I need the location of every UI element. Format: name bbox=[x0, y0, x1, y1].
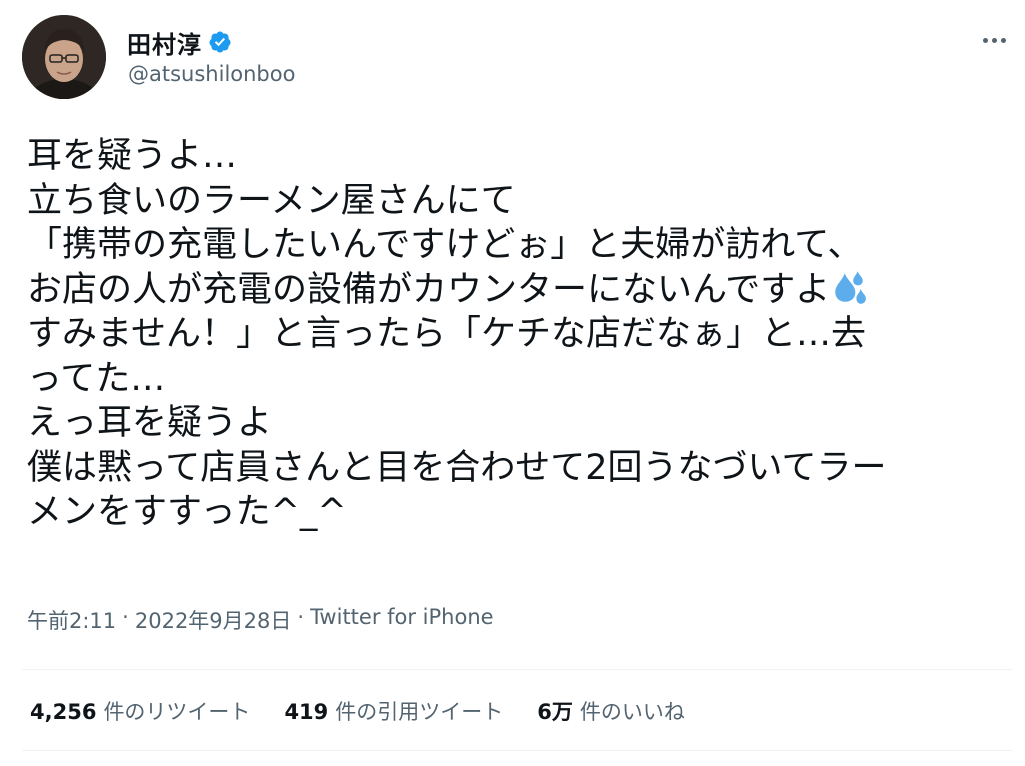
tweet-source-link[interactable]: Twitter for iPhone bbox=[310, 605, 494, 635]
tweet-time[interactable]: 午前2:11 bbox=[27, 605, 116, 635]
likes-count: 6万 bbox=[537, 700, 573, 724]
quotes-label: 件の引用ツイート bbox=[335, 700, 504, 724]
meta-separator: · bbox=[297, 605, 305, 629]
meta-separator: · bbox=[122, 605, 129, 629]
divider bbox=[22, 669, 1012, 670]
user-handle[interactable]: @atsushilonboo bbox=[128, 62, 295, 86]
divider bbox=[22, 750, 1012, 751]
avatar[interactable] bbox=[22, 15, 106, 99]
more-dot-icon bbox=[991, 37, 997, 43]
tweet-line: 「携帯の充電したいんですけどぉ」と夫婦が訪れて、 bbox=[27, 225, 863, 265]
retweets-count: 4,256 bbox=[30, 700, 97, 724]
tweet-line: 耳を疑うよ… bbox=[27, 136, 238, 176]
tweet-date[interactable]: 2022年9月28日 bbox=[135, 605, 292, 635]
likes-label: 件のいいね bbox=[579, 700, 685, 724]
more-dot-icon bbox=[982, 37, 988, 43]
engagement-stats: 4,256 件のリツイート 419 件の引用ツイート 6万 件のいいね bbox=[30, 696, 719, 726]
likes-stat[interactable]: 6万 件のいいね bbox=[537, 696, 685, 726]
retweets-stat[interactable]: 4,256 件のリツイート bbox=[30, 696, 250, 726]
quotes-count: 419 bbox=[284, 700, 329, 724]
more-options-button[interactable] bbox=[976, 28, 1012, 52]
tweet-line: お店の人が充電の設備がカウンターにないんですよ bbox=[27, 269, 831, 310]
verified-badge-icon bbox=[209, 31, 231, 53]
tweet-line: えっ耳を疑うよ bbox=[27, 403, 273, 443]
tweet-line: 僕は黙って店員さんと目を合わせて2回うなづいてラー bbox=[27, 447, 887, 488]
tweet-line: メンをすすった^_^ bbox=[27, 492, 347, 532]
tweet-text: 耳を疑うよ… 立ち食いのラーメン屋さんにて 「携帯の充電したいんですけどぉ」と夫… bbox=[27, 134, 1002, 535]
tweet-meta: 午前2:11 · 2022年9月28日 · Twitter for iPhone bbox=[27, 605, 494, 635]
tweet-line: ってた… bbox=[27, 358, 166, 399]
quotes-stat[interactable]: 419 件の引用ツイート bbox=[284, 696, 503, 726]
sweat-droplets-icon bbox=[835, 270, 867, 304]
more-dot-icon bbox=[1000, 37, 1006, 43]
tweet-line: すみません！」と言ったら「ケチな店だなぁ」と…去 bbox=[27, 314, 866, 354]
author-name-row[interactable]: 田村淳 bbox=[127, 25, 232, 60]
tweet-line-with-emoji: お店の人が充電の設備がカウンターにないんですよ bbox=[27, 268, 1002, 313]
tweet-card: 田村淳 @atsushilonboo 耳を疑うよ… 立ち食いのラーメン屋さんにて… bbox=[0, 0, 1025, 766]
profile-avatar-image bbox=[22, 15, 106, 99]
tweet-line: 立ち食いのラーメン屋さんにて bbox=[27, 180, 516, 221]
display-name[interactable]: 田村淳 bbox=[127, 25, 202, 60]
retweets-label: 件のリツイート bbox=[103, 700, 251, 724]
